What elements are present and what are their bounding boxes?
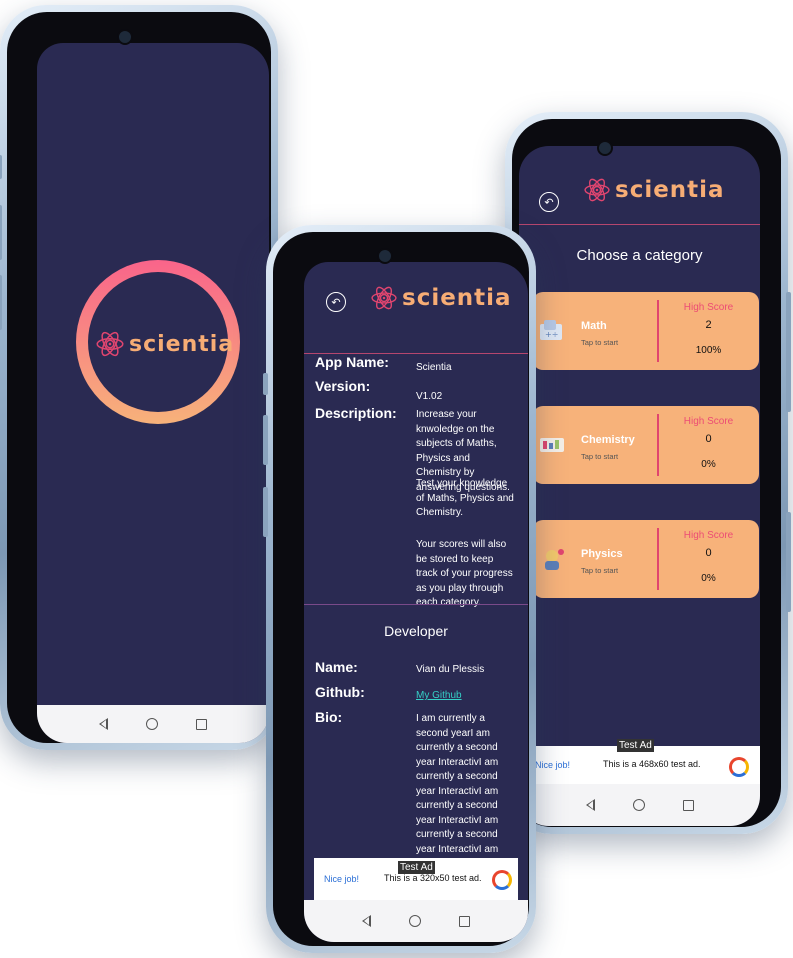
physics-icon: [537, 544, 567, 574]
high-score-label: High Score: [683, 530, 734, 541]
high-score-value: 2: [705, 319, 712, 331]
github-key: Github:: [315, 684, 365, 700]
header-divider: [519, 224, 760, 225]
nav-recents-icon[interactable]: [682, 799, 694, 811]
atom-icon: [370, 284, 398, 312]
tap-to-start: Tap to start: [581, 452, 619, 461]
app-name-key: App Name:: [315, 354, 389, 370]
nav-home-icon[interactable]: [409, 915, 421, 927]
back-button[interactable]: ↶: [539, 192, 559, 212]
section-divider: [304, 604, 528, 605]
test-ad-tag: Test Ad: [617, 739, 654, 752]
math-icon: +÷: [537, 316, 567, 346]
tap-to-start: Tap to start: [581, 566, 619, 575]
info-logo: scientia: [370, 284, 512, 312]
svg-text:+÷: +÷: [545, 330, 558, 339]
category-name: Chemistry: [581, 434, 635, 446]
nav-recents-icon[interactable]: [196, 718, 207, 730]
side-button: [786, 292, 791, 412]
tap-to-start: Tap to start: [581, 338, 619, 347]
phone-info: ↶ scientia App Name: Scientia Version: V…: [263, 225, 536, 953]
app-name-value: Scientia: [416, 362, 452, 373]
bio-key: Bio:: [315, 709, 343, 725]
high-score-label: High Score: [683, 416, 734, 427]
splash-logo: scientia: [95, 329, 234, 359]
android-nav-bar: [304, 900, 528, 942]
description-key: Description:: [315, 405, 397, 421]
nav-home-icon[interactable]: [632, 799, 645, 811]
ad-logo-icon: [729, 757, 749, 777]
bio-value: I am currently a second yearI am current…: [416, 713, 499, 860]
side-button: [0, 205, 2, 260]
categories-logo: scientia: [583, 176, 725, 204]
back-button[interactable]: ↶: [326, 292, 346, 312]
front-camera: [377, 248, 393, 264]
side-button: [263, 373, 268, 395]
github-link[interactable]: My Github: [416, 689, 462, 704]
category-card-math[interactable]: +÷ Math Tap to start High Score 2 100%: [533, 292, 759, 370]
chemistry-icon: [537, 430, 567, 460]
side-button: [0, 155, 2, 179]
side-button: [0, 275, 2, 330]
high-score-value: 0: [705, 547, 712, 559]
categories-logo-text: scientia: [615, 177, 725, 203]
phone-categories: ↶ scientia Choose a category +÷ Math Tap…: [505, 112, 791, 834]
front-camera: [117, 29, 133, 45]
nav-back-icon[interactable]: [99, 718, 108, 730]
nav-recents-icon[interactable]: [459, 915, 470, 927]
side-button: [263, 415, 268, 465]
splash-logo-text: scientia: [129, 331, 235, 357]
dev-name-value: Vian du Plessis: [416, 664, 485, 675]
nav-back-icon[interactable]: [362, 915, 371, 927]
description-paragraph-2: Test your knowledge of Maths, Physics an…: [416, 478, 514, 518]
side-button: [263, 487, 268, 537]
side-button: [786, 512, 791, 612]
ad-nice-job: Nice job!: [324, 874, 360, 884]
dev-name-key: Name:: [315, 659, 358, 675]
ad-text: This is a 320x50 test ad.: [384, 873, 482, 883]
ad-text: This is a 468x60 test ad.: [603, 759, 701, 769]
info-logo-text: scientia: [402, 285, 512, 311]
ad-nice-job: Nice job!: [535, 760, 571, 770]
high-score-value: 0: [705, 433, 712, 445]
version-value: V1.02: [416, 391, 443, 402]
atom-icon: [583, 176, 611, 204]
category-card-chemistry[interactable]: Chemistry Tap to start High Score 0 0%: [533, 406, 759, 484]
high-score-percent: 0%: [701, 459, 716, 470]
description-paragraph-3: Your scores will also be stored to keep …: [416, 539, 513, 608]
category-name: Physics: [581, 548, 623, 560]
high-score-percent: 100%: [695, 345, 722, 356]
info-screen: ↶ scientia App Name: Scientia Version: V…: [304, 262, 528, 942]
category-card-physics[interactable]: Physics Tap to start High Score 0 0%: [533, 520, 759, 598]
high-score-label: High Score: [683, 302, 734, 313]
android-nav-bar: [519, 784, 760, 826]
splash-screen: scientia: [37, 43, 269, 743]
high-score-percent: 0%: [701, 573, 716, 584]
atom-icon: [95, 329, 125, 359]
nav-back-icon[interactable]: [585, 799, 595, 811]
categories-screen: ↶ scientia Choose a category +÷ Math Tap…: [519, 146, 760, 826]
choose-category-title: Choose a category: [576, 247, 703, 264]
developer-heading: Developer: [384, 623, 448, 639]
test-ad-tag: Test Ad: [398, 861, 435, 874]
nav-home-icon[interactable]: [146, 718, 158, 730]
category-name: Math: [581, 320, 607, 332]
android-nav-bar: [37, 705, 269, 743]
phone-splash: scientia: [0, 5, 278, 750]
ad-logo-icon: [492, 870, 512, 890]
front-camera: [597, 140, 613, 156]
version-key: Version:: [315, 378, 371, 394]
